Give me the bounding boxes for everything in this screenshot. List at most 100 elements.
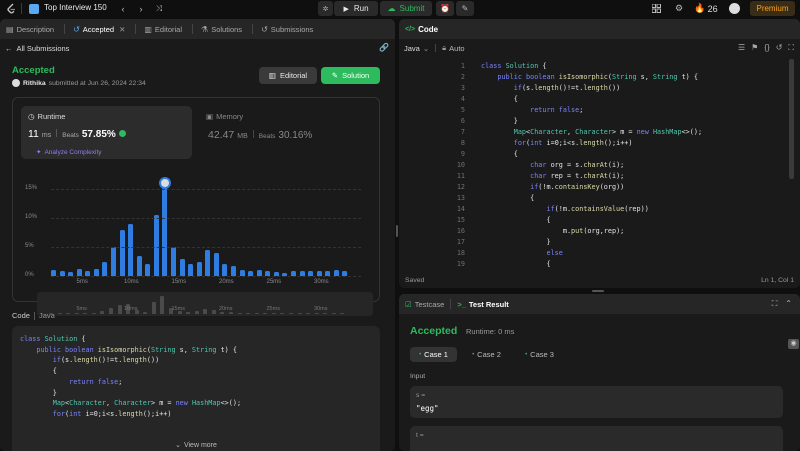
submitted-code-block[interactable]: class Solution { public boolean isIsomor… bbox=[12, 326, 380, 451]
chart-bar[interactable] bbox=[162, 183, 168, 276]
prev-problem-icon[interactable]: ‹ bbox=[119, 2, 127, 15]
case-tab-3[interactable]: • Case 3 bbox=[516, 347, 563, 362]
x-tick-label: 25ms bbox=[266, 279, 282, 285]
case-tab-1[interactable]: • Case 1 bbox=[410, 347, 457, 362]
run-button[interactable]: ▶ Run bbox=[334, 1, 378, 16]
chart-bar[interactable] bbox=[205, 249, 211, 276]
code-line[interactable]: 3 if(s.length()!=t.length()) bbox=[399, 83, 787, 94]
code-line[interactable]: 1 class Solution { bbox=[399, 61, 787, 72]
code-line[interactable]: 11 char rep = t.charAt(i); bbox=[399, 171, 787, 182]
bot-icon[interactable]: ◉ bbox=[788, 339, 799, 349]
chevron-up-icon[interactable]: ⌃ bbox=[785, 299, 792, 309]
chart-bar[interactable] bbox=[102, 261, 108, 276]
code-line[interactable]: 8 for(int i=0;i<s.length();i++) bbox=[399, 138, 787, 149]
code-line[interactable]: 5 return false; bbox=[399, 105, 787, 116]
range-bar bbox=[91, 312, 96, 314]
chart-bar[interactable] bbox=[128, 223, 134, 276]
settings-gear-icon[interactable]: ⚙ bbox=[674, 2, 684, 15]
layout-grid-icon[interactable] bbox=[651, 2, 661, 15]
code-line[interactable]: 15 { bbox=[399, 215, 787, 226]
braces-icon[interactable]: {} bbox=[764, 43, 769, 53]
chart-bar[interactable] bbox=[93, 269, 99, 276]
range-selector[interactable]: 5ms 10ms 15ms 20ms 25ms 30ms bbox=[37, 292, 373, 316]
username[interactable]: Rithika bbox=[23, 80, 46, 87]
editorial-button[interactable]: ▥ Editorial bbox=[259, 67, 317, 84]
chart-bar[interactable] bbox=[222, 264, 228, 276]
fullscreen-icon[interactable]: ⛶ bbox=[788, 43, 794, 53]
submit-button[interactable]: ☁ Submit bbox=[380, 1, 432, 16]
problem-list-title[interactable]: Top Interview 150 bbox=[44, 3, 107, 12]
chart-bar[interactable] bbox=[179, 258, 185, 276]
code-line[interactable]: 10 char org = s.charAt(i); bbox=[399, 160, 787, 171]
tab-submissions[interactable]: ↺ Submissions bbox=[261, 25, 313, 34]
code-line[interactable]: 16 m.put(org,rep); bbox=[399, 226, 787, 237]
avatar[interactable] bbox=[728, 2, 741, 15]
debug-bug-icon[interactable]: ✲ bbox=[318, 1, 333, 16]
chart-bar[interactable] bbox=[136, 255, 142, 276]
auto-mode[interactable]: Auto bbox=[449, 44, 464, 53]
tab-editorial[interactable]: ▥ Editorial bbox=[144, 25, 182, 34]
tab-description[interactable]: ▤ Description bbox=[6, 25, 54, 34]
editor-scrollbar[interactable] bbox=[789, 59, 794, 179]
beats-label: Beats bbox=[62, 132, 79, 139]
code-editor[interactable]: 1 class Solution {2 public boolean isIsom… bbox=[399, 61, 787, 267]
range-bar bbox=[83, 312, 88, 314]
analyze-complexity-link[interactable]: ✦ Analyze Complexity bbox=[36, 148, 102, 157]
chart-bar[interactable] bbox=[76, 269, 82, 276]
code-line[interactable]: 7 Map<Character, Character> m = new Hash… bbox=[399, 127, 787, 138]
horizontal-splitter-handle[interactable] bbox=[592, 290, 604, 292]
code-line[interactable]: 14 if(!m.containsValue(rep)) bbox=[399, 204, 787, 215]
shuffle-icon[interactable]: ⤨ bbox=[154, 2, 164, 15]
chart-bar[interactable] bbox=[196, 261, 202, 276]
memory-card[interactable]: ▣ Memory 42.47 MB Beats 30.16% bbox=[199, 106, 370, 159]
all-submissions-link[interactable]: ← All Submissions bbox=[5, 44, 69, 53]
code-line[interactable]: 4 { bbox=[399, 94, 787, 105]
streak-counter[interactable]: 🔥 26 bbox=[694, 2, 717, 15]
reset-icon[interactable]: ↺ bbox=[776, 43, 783, 53]
code-line[interactable]: 12 if(!m.containsKey(org)) bbox=[399, 182, 787, 193]
chart-bar[interactable] bbox=[213, 252, 219, 276]
expand-icon[interactable]: ⛶ bbox=[772, 299, 778, 309]
bookmark-icon[interactable]: ⚑ bbox=[751, 43, 758, 53]
input-s-box[interactable]: s = "egg" bbox=[410, 386, 783, 418]
chart-bar[interactable] bbox=[231, 265, 236, 276]
leetcode-logo-icon[interactable] bbox=[5, 2, 17, 15]
view-more-button[interactable]: ⌄ View more bbox=[12, 441, 380, 449]
code-line[interactable]: 13 { bbox=[399, 193, 787, 204]
notes-icon[interactable]: ✎ bbox=[456, 1, 474, 16]
editor-tab-title[interactable]: Code bbox=[418, 25, 438, 34]
tab-testcase[interactable]: ☑ Testcase bbox=[405, 300, 444, 309]
solution-button[interactable]: ✎ Solution bbox=[321, 67, 380, 84]
tab-accepted[interactable]: ↺ Accepted ✕ bbox=[73, 25, 125, 34]
tab-solutions[interactable]: ⚗ Solutions bbox=[201, 25, 242, 34]
code-line[interactable]: 17 } bbox=[399, 237, 787, 248]
case-tab-2[interactable]: • Case 2 bbox=[463, 347, 510, 362]
chart-bar[interactable] bbox=[188, 264, 194, 276]
chart-bar[interactable] bbox=[111, 247, 116, 276]
code-line[interactable]: 18 else bbox=[399, 248, 787, 259]
format-icon[interactable]: ☰ bbox=[738, 43, 745, 53]
code-line[interactable]: 2 public boolean isIsomorphic(String s, … bbox=[399, 72, 787, 83]
chart-bar[interactable] bbox=[119, 229, 125, 276]
timer-icon[interactable]: ⏰ bbox=[436, 1, 454, 16]
chart-bar[interactable] bbox=[153, 215, 159, 276]
chart-bar[interactable] bbox=[145, 264, 151, 276]
flask-icon: ⚗ bbox=[201, 24, 209, 34]
share-link-icon[interactable]: 🔗 bbox=[379, 43, 389, 52]
language-select[interactable]: Java bbox=[404, 44, 420, 53]
your-submission-marker[interactable] bbox=[158, 177, 171, 190]
next-problem-icon[interactable]: › bbox=[137, 2, 145, 15]
runtime-distribution-chart[interactable]: 15% 10% 5% 0% 5ms 10ms 15ms 20ms 25ms 30ms bbox=[13, 177, 379, 285]
runtime-card[interactable]: ◷ Runtime 11 ms Beats 57.85% ✦ Analyze Com… bbox=[21, 106, 192, 159]
close-tab-icon[interactable]: ✕ bbox=[119, 25, 125, 34]
input-t-box[interactable]: t = bbox=[410, 426, 783, 451]
chart-bar[interactable] bbox=[171, 247, 176, 276]
tab-test-result[interactable]: >_ Test Result bbox=[457, 300, 508, 309]
premium-button[interactable]: Premium bbox=[750, 1, 795, 16]
code-line[interactable]: 6 } bbox=[399, 116, 787, 127]
code-line[interactable]: 19 { bbox=[399, 259, 787, 267]
vertical-splitter-handle[interactable] bbox=[396, 225, 398, 237]
problem-list-icon[interactable] bbox=[28, 2, 40, 15]
left-tabs: ▤ Description ↺ Accepted ✕ ▥ Editorial ⚗ Solu… bbox=[0, 19, 395, 39]
code-line[interactable]: 9 { bbox=[399, 149, 787, 160]
